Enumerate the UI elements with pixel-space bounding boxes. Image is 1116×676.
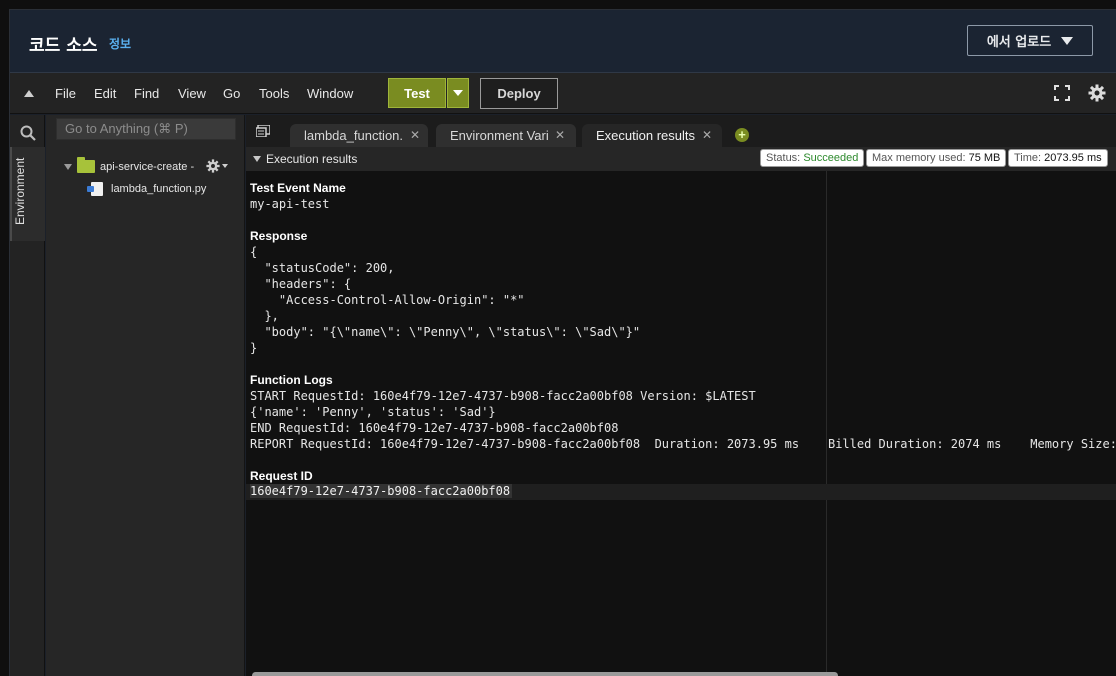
status-badge: Status: Succeeded	[760, 149, 865, 167]
function-logs-label: Function Logs	[250, 373, 333, 387]
tab-environment[interactable]: Environment	[10, 147, 45, 241]
folder-icon	[77, 157, 95, 173]
request-id-label: Request ID	[250, 469, 313, 483]
deploy-button[interactable]: Deploy	[480, 78, 558, 109]
gear-icon	[206, 159, 220, 173]
response-label: Response	[250, 229, 308, 243]
ide-menubar: File Edit Find View Go Tools Window Test…	[10, 73, 1116, 114]
menu-find[interactable]: Find	[134, 86, 159, 101]
results-title-label: Execution results	[266, 152, 358, 166]
close-icon[interactable]: ✕	[410, 128, 420, 142]
log-line: START RequestId: 160e4f79-12e7-4737-b908…	[250, 389, 756, 403]
environment-tab-label: Environment	[13, 157, 27, 225]
test-event-value: my-api-test	[250, 197, 330, 211]
results-header: Execution results Status: Succeeded Max …	[246, 147, 1116, 171]
response-line: "Access-Control-Allow-Origin": "*"	[250, 293, 525, 307]
tab-environment-variables[interactable]: Environment Vari ✕	[436, 124, 576, 147]
request-id-value[interactable]: 160e4f79-12e7-4737-b908-facc2a00bf08	[250, 484, 513, 498]
memory-label: Max memory used:	[872, 152, 966, 164]
close-icon[interactable]: ✕	[555, 128, 565, 142]
menu-file[interactable]: File	[55, 86, 76, 101]
info-link[interactable]: 정보	[109, 35, 131, 52]
left-rail: Environment	[10, 115, 45, 676]
tab-lambda-function[interactable]: lambda_function. ✕	[290, 124, 428, 147]
divider	[826, 171, 827, 676]
close-icon[interactable]: ✕	[702, 128, 712, 142]
caret-down-icon	[1061, 36, 1074, 45]
collapse-up-icon[interactable]	[24, 90, 34, 97]
horizontal-scrollbar[interactable]	[252, 672, 838, 676]
time-badge: Time: 2073.95 ms	[1008, 149, 1108, 167]
upload-from-button[interactable]: 에서 업로드	[967, 25, 1093, 56]
log-line: {'name': 'Penny', 'status': 'Sad'}	[250, 405, 496, 419]
memory-badge: Max memory used: 75 MB	[866, 149, 1007, 167]
test-button[interactable]: Test	[388, 78, 446, 108]
time-value: 2073.95 ms	[1044, 152, 1102, 164]
response-line: "statusCode": 200,	[250, 261, 395, 275]
file-tree-panel: Go to Anything (⌘ P) api-service-create …	[46, 115, 245, 676]
page-title: 코드 소스	[29, 36, 98, 56]
caret-down-icon	[222, 164, 228, 168]
results-toggle[interactable]: Execution results	[253, 152, 357, 166]
upload-from-label: 에서 업로드	[986, 35, 1052, 50]
menu-edit[interactable]: Edit	[94, 86, 116, 101]
fullscreen-icon[interactable]	[1054, 85, 1070, 101]
code-source-header: 코드 소스 정보 에서 업로드	[10, 10, 1116, 73]
chevron-down-icon	[453, 90, 463, 96]
test-dropdown-button[interactable]	[447, 78, 469, 108]
time-label: Time:	[1014, 152, 1042, 164]
tab-list-icon[interactable]	[256, 125, 270, 137]
plus-icon[interactable]: +	[735, 128, 749, 142]
results-content: Test Event Name my-api-test Response { "…	[246, 171, 1116, 676]
expand-triangle-icon[interactable]	[64, 163, 72, 170]
root-folder-label: api-service-create -	[100, 160, 195, 173]
execution-results-panel: Execution results Status: Succeeded Max …	[246, 147, 1116, 676]
tab-execution-results[interactable]: Execution results ✕	[582, 124, 722, 147]
status-label: Status:	[766, 152, 801, 164]
tab-label: Execution results	[596, 128, 695, 143]
menu-go[interactable]: Go	[223, 86, 240, 101]
go-to-anything-input[interactable]: Go to Anything (⌘ P)	[56, 118, 236, 140]
tree-root-folder[interactable]: api-service-create -	[64, 157, 195, 173]
response-line: },	[250, 309, 279, 323]
file-label: lambda_function.py	[111, 183, 207, 195]
search-icon[interactable]	[20, 125, 36, 141]
response-line: "body": "{\"name\": \"Penny\", \"status\…	[250, 325, 641, 339]
log-line: REPORT RequestId: 160e4f79-12e7-4737-b90…	[250, 437, 1116, 451]
tab-label: Environment Vari	[450, 128, 549, 143]
editor-tabbar: lambda_function. ✕ Environment Vari ✕ Ex…	[246, 115, 1116, 147]
response-line: }	[250, 341, 258, 355]
tree-file-item[interactable]: lambda_function.py	[87, 182, 207, 196]
app-frame: 코드 소스 정보 에서 업로드 File Edit Find View Go T…	[9, 9, 1116, 676]
menu-view[interactable]: View	[178, 86, 206, 101]
menu-window[interactable]: Window	[307, 86, 353, 101]
status-value: Succeeded	[803, 152, 859, 164]
python-file-icon	[87, 182, 103, 196]
response-line: "headers": {	[250, 277, 352, 291]
memory-value: 75 MB	[968, 152, 1001, 164]
collapse-triangle-icon	[253, 156, 261, 162]
gear-icon[interactable]	[1088, 84, 1106, 102]
menu-tools[interactable]: Tools	[259, 86, 289, 101]
tree-settings-button[interactable]	[206, 159, 228, 173]
test-event-label: Test Event Name	[250, 181, 346, 195]
tab-label: lambda_function.	[304, 128, 404, 143]
log-line: END RequestId: 160e4f79-12e7-4737-b908-f…	[250, 421, 619, 435]
response-line: {	[250, 245, 258, 259]
